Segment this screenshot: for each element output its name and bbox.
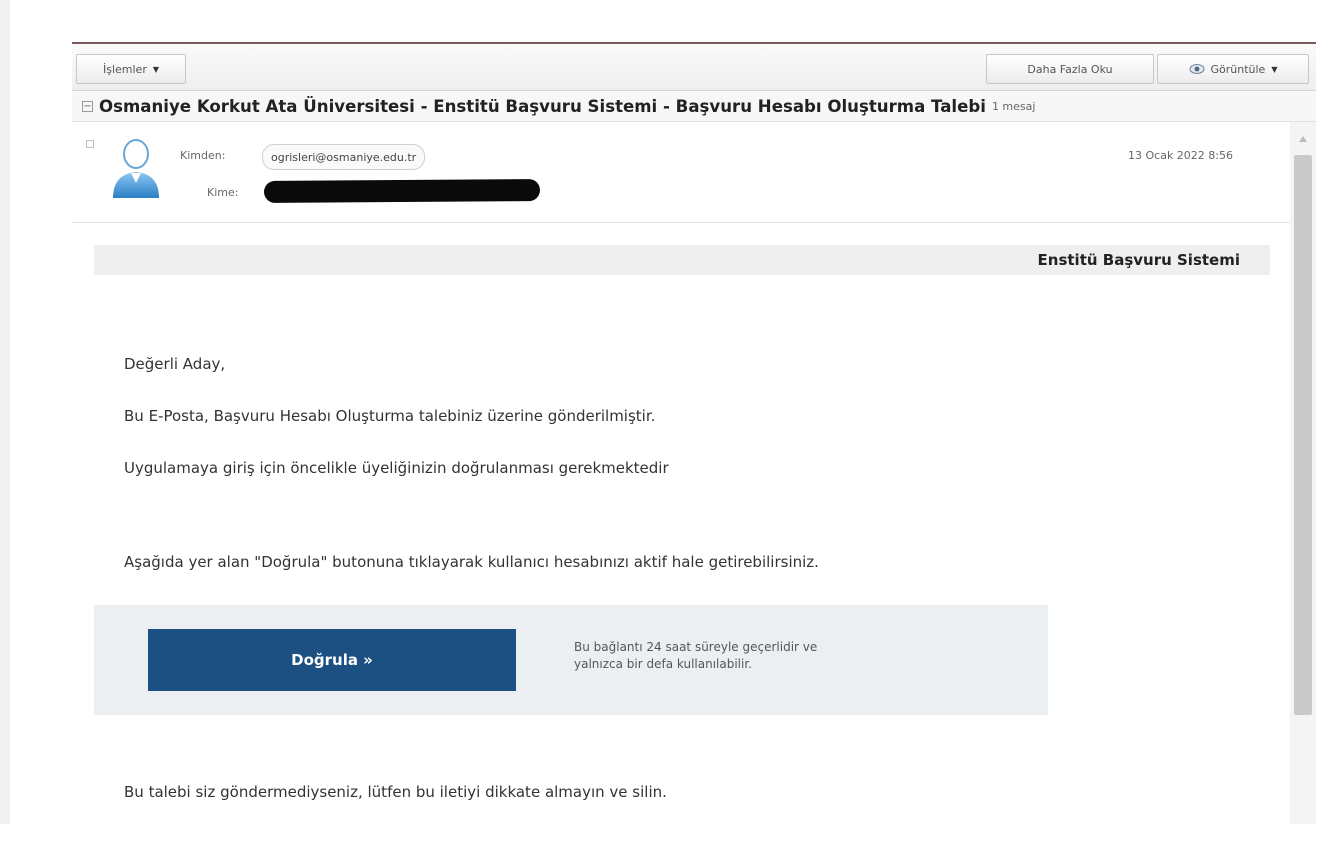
redacted-recipient <box>263 179 541 203</box>
mail-window: İşlemler ▼ Daha Fazla Oku Görüntüle ▼ − … <box>72 42 1316 824</box>
person-avatar-icon <box>110 136 162 202</box>
read-more-button[interactable]: Daha Fazla Oku <box>986 54 1154 84</box>
chevron-down-icon: ▼ <box>152 64 160 74</box>
verify-note: Bu bağlantı 24 saat süreyle geçerlidir v… <box>574 639 1014 673</box>
chevron-down-icon: ▼ <box>1271 64 1278 74</box>
left-edge-strip <box>0 0 10 864</box>
verify-note-line-2: yalnızca bir defa kullanılabilir. <box>574 657 752 671</box>
scrollbar-thumb[interactable] <box>1294 155 1312 715</box>
greeting: Değerli Aday, <box>124 355 226 373</box>
body-line-3: Aşağıda yer alan "Doğrula" butonuna tıkl… <box>124 553 819 571</box>
verify-button[interactable]: Doğrula » <box>148 629 516 691</box>
scrollbar[interactable] <box>1290 122 1316 824</box>
scroll-up-icon[interactable] <box>1299 136 1307 142</box>
message-header: Kimden: ogrisleri@osmaniye.edu.tr Kime: … <box>72 122 1290 223</box>
collapse-icon[interactable]: − <box>82 100 93 112</box>
footer-note: Bu talebi siz göndermediyseniz, lütfen b… <box>124 783 667 801</box>
bottom-margin <box>0 824 1328 864</box>
sender-address[interactable]: ogrisleri@osmaniye.edu.tr <box>262 144 426 170</box>
message-toggle-icon[interactable] <box>86 140 94 148</box>
message-count: 1 mesaj <box>991 99 1036 113</box>
email-subject: Osmaniye Korkut Ata Üniversitesi - Ensti… <box>99 96 986 116</box>
from-label: Kimden: <box>180 149 226 162</box>
read-more-label: Daha Fazla Oku <box>1027 62 1113 76</box>
view-menu-label: Görüntüle <box>1210 62 1266 76</box>
system-title-bar: Enstitü Başvuru Sistemi <box>94 245 1270 275</box>
message-date: 13 Ocak 2022 8:56 <box>1128 149 1233 162</box>
mail-toolbar: İşlemler ▼ Daha Fazla Oku Görüntüle ▼ <box>72 44 1316 91</box>
verify-panel: Doğrula » Bu bağlantı 24 saat süreyle ge… <box>94 605 1048 715</box>
to-label: Kime: <box>207 186 239 199</box>
body-line-1: Bu E-Posta, Başvuru Hesabı Oluşturma tal… <box>124 407 656 425</box>
view-menu-button[interactable]: Görüntüle ▼ <box>1157 54 1309 84</box>
subject-bar[interactable]: − Osmaniye Korkut Ata Üniversitesi - Ens… <box>72 91 1316 122</box>
eye-icon <box>1189 63 1205 75</box>
system-title: Enstitü Başvuru Sistemi <box>1037 251 1240 269</box>
verify-note-line-1: Bu bağlantı 24 saat süreyle geçerlidir v… <box>574 640 818 654</box>
body-line-2: Uygulamaya giriş için öncelikle üyeliğin… <box>124 459 669 477</box>
email-body: Enstitü Başvuru Sistemi Değerli Aday, Bu… <box>72 223 1290 824</box>
actions-menu-button[interactable]: İşlemler ▼ <box>76 54 186 84</box>
actions-menu-label: İşlemler <box>102 62 147 76</box>
